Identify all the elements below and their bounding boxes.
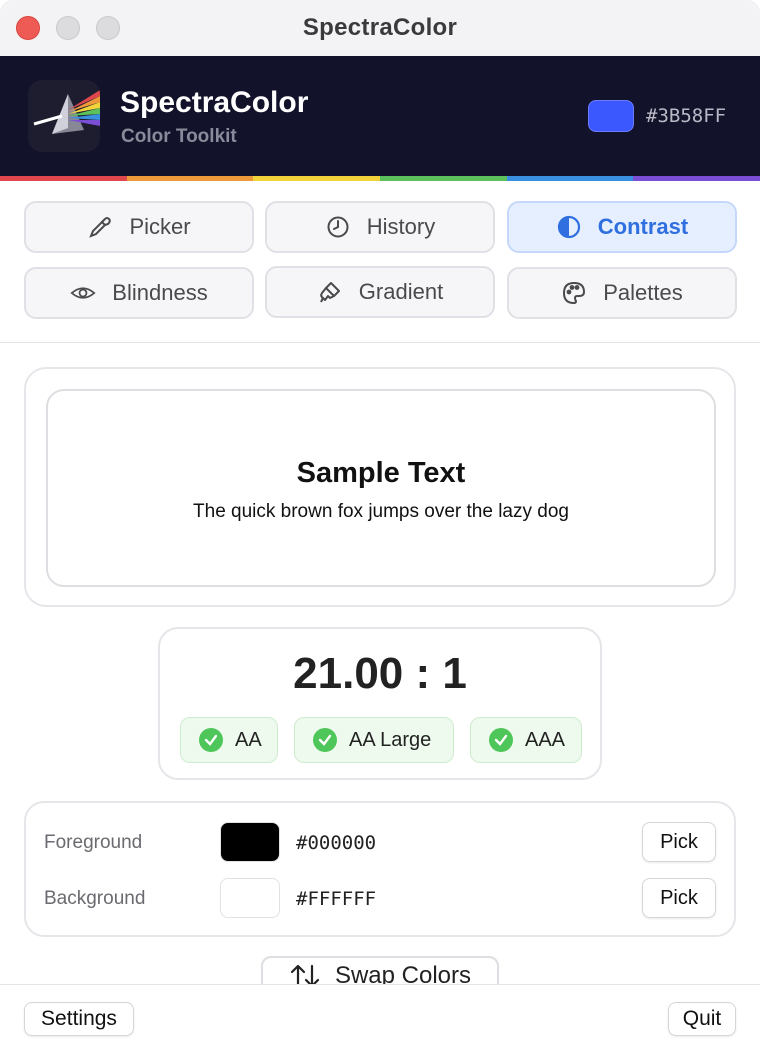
title-bar: SpectraColor xyxy=(0,0,760,56)
minimize-window-button[interactable] xyxy=(56,16,80,40)
checkmark-icon xyxy=(313,728,337,752)
app-name: SpectraColor xyxy=(120,86,309,119)
contrast-ratio-panel: 21.00 : 1 AA AA Large AAA xyxy=(158,627,602,780)
checkmark-icon xyxy=(199,728,223,752)
tab-bar: Picker History Contrast Blindness Gradie… xyxy=(0,181,760,343)
pick-background-button[interactable]: Pick xyxy=(642,878,716,918)
quit-button[interactable]: Quit xyxy=(668,1002,736,1036)
prism-logo-icon xyxy=(28,80,100,152)
contrast-ratio-value: 21.00 : 1 xyxy=(293,649,467,698)
badge-label: AAA xyxy=(525,728,566,751)
badge-label: AA Large xyxy=(349,728,432,751)
checkmark-icon xyxy=(489,728,513,752)
foreground-swatch[interactable] xyxy=(220,822,280,862)
palette-icon xyxy=(563,281,586,305)
tab-gradient[interactable]: Gradient xyxy=(265,266,495,318)
tab-history[interactable]: History xyxy=(265,201,495,253)
tab-palettes[interactable]: Palettes xyxy=(507,267,737,319)
zoom-window-button[interactable] xyxy=(96,16,120,40)
pick-foreground-button[interactable]: Pick xyxy=(642,822,716,862)
badge-aaa: AAA xyxy=(470,717,582,763)
foreground-label: Foreground xyxy=(44,832,143,853)
background-hex[interactable]: #FFFFFF xyxy=(296,888,376,910)
badge-aa: AA xyxy=(180,717,278,763)
footer-bar: Settings Quit xyxy=(0,984,760,1050)
color-inputs-panel: Foreground #000000 Pick Background #FFFF… xyxy=(24,801,736,937)
sample-title: Sample Text xyxy=(296,457,466,489)
paintbrush-icon xyxy=(319,282,340,303)
sample-preview: Sample Text The quick brown fox jumps ov… xyxy=(46,389,716,587)
eyedropper-icon xyxy=(89,217,112,238)
tab-label: Palettes xyxy=(603,280,683,305)
badge-aa-large: AA Large xyxy=(294,717,454,763)
clock-icon xyxy=(327,216,349,238)
badge-label: AA xyxy=(235,728,262,751)
tab-label: Blindness xyxy=(112,280,208,305)
app-window: SpectraColor SpectraColor Color Toolkit … xyxy=(0,0,760,1050)
window-title: SpectraColor xyxy=(302,14,458,41)
close-window-button[interactable] xyxy=(16,16,40,40)
tab-label: Contrast xyxy=(597,214,689,239)
settings-button[interactable]: Settings xyxy=(24,1002,134,1036)
sample-body: The quick brown fox jumps over the lazy … xyxy=(193,501,569,522)
current-color-swatch[interactable] xyxy=(588,100,634,132)
tab-label: History xyxy=(366,214,436,239)
app-header: SpectraColor Color Toolkit #3B58FF xyxy=(0,56,760,176)
app-subtitle: Color Toolkit xyxy=(121,126,237,147)
preview-panel: Sample Text The quick brown fox jumps ov… xyxy=(24,367,736,607)
tab-label: Picker xyxy=(129,214,191,239)
eye-icon xyxy=(70,287,96,299)
foreground-hex[interactable]: #000000 xyxy=(296,832,376,854)
background-label: Background xyxy=(44,888,146,909)
background-swatch[interactable] xyxy=(220,878,280,918)
tab-contrast[interactable]: Contrast xyxy=(507,201,737,253)
current-color-hex[interactable]: #3B58FF xyxy=(646,105,726,127)
tab-picker[interactable]: Picker xyxy=(24,201,254,253)
tab-blindness[interactable]: Blindness xyxy=(24,267,254,319)
contrast-icon xyxy=(557,215,580,239)
tab-label: Gradient xyxy=(358,279,444,304)
